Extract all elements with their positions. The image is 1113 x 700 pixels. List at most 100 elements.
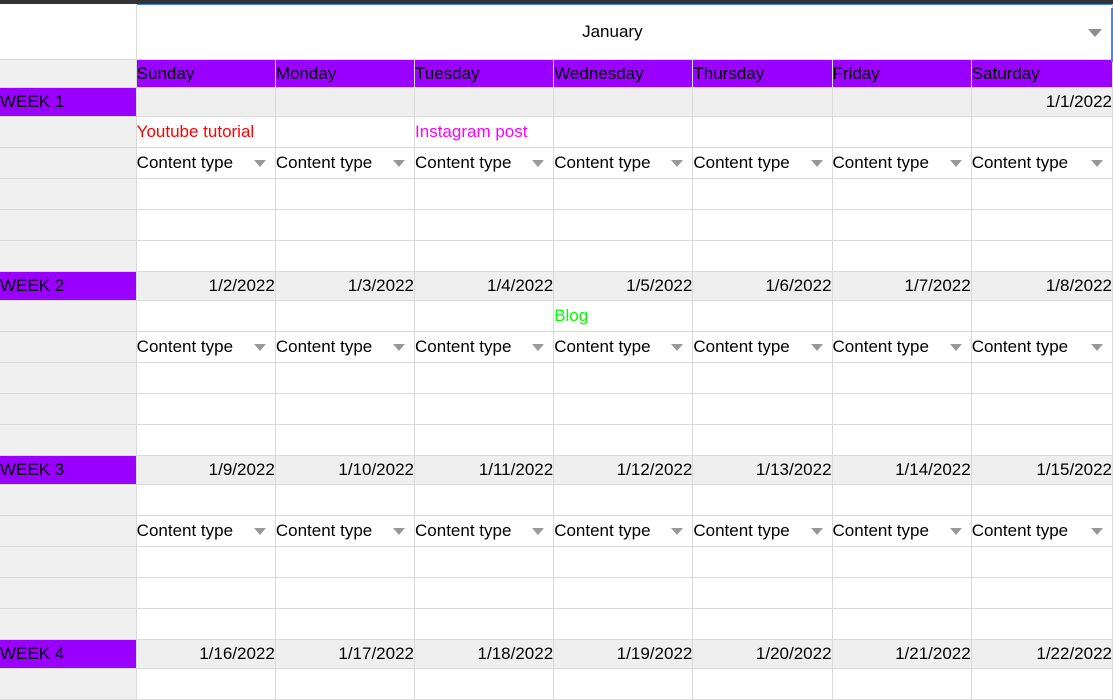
day-cell[interactable]: [832, 424, 972, 456]
content-type-dropdown[interactable]: Content type: [275, 515, 416, 547]
date-cell[interactable]: [553, 87, 694, 117]
date-cell[interactable]: 1/14/2022: [832, 455, 972, 485]
topic-cell[interactable]: [692, 668, 833, 700]
content-type-dropdown[interactable]: Content type: [414, 147, 555, 179]
content-type-dropdown[interactable]: Content type: [692, 147, 833, 179]
topic-cell[interactable]: [971, 300, 1113, 332]
topic-cell[interactable]: [832, 668, 972, 700]
content-type-dropdown[interactable]: Content type: [692, 515, 833, 547]
chevron-down-icon[interactable]: [1088, 29, 1102, 37]
day-cell[interactable]: [692, 240, 833, 272]
day-cell[interactable]: [553, 577, 694, 609]
date-cell[interactable]: 1/13/2022: [692, 455, 833, 485]
day-cell[interactable]: [414, 577, 555, 609]
day-cell[interactable]: [692, 209, 833, 241]
chevron-down-icon[interactable]: [253, 344, 266, 351]
day-cell[interactable]: [971, 240, 1113, 272]
topic-cell[interactable]: [553, 116, 694, 148]
chevron-down-icon[interactable]: [253, 528, 266, 535]
day-cell[interactable]: [275, 424, 416, 456]
content-type-dropdown[interactable]: Content type: [971, 331, 1113, 363]
topic-cell[interactable]: [414, 668, 555, 700]
chevron-down-icon[interactable]: [393, 528, 406, 535]
chevron-down-icon[interactable]: [810, 344, 823, 351]
date-cell[interactable]: 1/4/2022: [414, 271, 555, 301]
chevron-down-icon[interactable]: [1091, 160, 1103, 167]
topic-cell[interactable]: [414, 300, 555, 332]
day-cell[interactable]: [971, 608, 1113, 640]
chevron-down-icon[interactable]: [671, 528, 684, 535]
date-cell[interactable]: [275, 87, 416, 117]
content-type-dropdown[interactable]: Content type: [414, 331, 555, 363]
day-cell[interactable]: [275, 178, 416, 210]
chevron-down-icon[interactable]: [532, 160, 545, 167]
content-type-dropdown[interactable]: Content type: [275, 147, 416, 179]
day-cell[interactable]: [832, 393, 972, 425]
chevron-down-icon[interactable]: [671, 344, 684, 351]
day-cell[interactable]: [275, 209, 416, 241]
content-type-dropdown[interactable]: Content type: [414, 515, 555, 547]
day-cell[interactable]: [553, 608, 694, 640]
day-cell[interactable]: [414, 209, 555, 241]
day-cell[interactable]: [275, 362, 416, 394]
day-cell[interactable]: [553, 178, 694, 210]
day-cell[interactable]: [136, 424, 276, 456]
day-cell[interactable]: [414, 362, 555, 394]
day-cell[interactable]: [136, 362, 276, 394]
date-cell[interactable]: [832, 87, 972, 117]
day-cell[interactable]: [553, 362, 694, 394]
date-cell[interactable]: 1/3/2022: [275, 271, 416, 301]
day-cell[interactable]: [136, 577, 276, 609]
chevron-down-icon[interactable]: [532, 528, 545, 535]
date-cell[interactable]: 1/7/2022: [832, 271, 972, 301]
topic-cell[interactable]: [971, 484, 1113, 516]
topic-cell[interactable]: [275, 484, 416, 516]
day-cell[interactable]: [136, 546, 276, 578]
day-cell[interactable]: [275, 240, 416, 272]
chevron-down-icon[interactable]: [810, 528, 823, 535]
day-cell[interactable]: [136, 178, 276, 210]
date-cell[interactable]: 1/9/2022: [136, 455, 276, 485]
date-cell[interactable]: 1/2/2022: [136, 271, 276, 301]
chevron-down-icon[interactable]: [532, 344, 545, 351]
date-cell[interactable]: 1/10/2022: [275, 455, 416, 485]
topic-cell[interactable]: [275, 116, 416, 148]
topic-cell[interactable]: [832, 484, 972, 516]
date-cell[interactable]: 1/15/2022: [971, 455, 1113, 485]
chevron-down-icon[interactable]: [671, 160, 684, 167]
content-type-dropdown[interactable]: Content type: [136, 147, 276, 179]
chevron-down-icon[interactable]: [949, 528, 962, 535]
day-cell[interactable]: [832, 178, 972, 210]
date-cell[interactable]: 1/5/2022: [553, 271, 694, 301]
topic-cell[interactable]: Instagram post: [414, 116, 555, 148]
day-cell[interactable]: [553, 424, 694, 456]
topic-cell[interactable]: [136, 484, 276, 516]
day-cell[interactable]: [971, 178, 1113, 210]
topic-cell[interactable]: [553, 484, 694, 516]
content-type-dropdown[interactable]: Content type: [136, 515, 276, 547]
date-cell[interactable]: [692, 87, 833, 117]
topic-cell[interactable]: [832, 300, 972, 332]
chevron-down-icon[interactable]: [393, 160, 406, 167]
day-cell[interactable]: [414, 393, 555, 425]
day-cell[interactable]: [136, 393, 276, 425]
date-cell[interactable]: 1/8/2022: [971, 271, 1113, 301]
day-cell[interactable]: [136, 608, 276, 640]
day-cell[interactable]: [275, 577, 416, 609]
day-cell[interactable]: [832, 362, 972, 394]
topic-cell[interactable]: [692, 300, 833, 332]
topic-cell[interactable]: [971, 116, 1113, 148]
day-cell[interactable]: [971, 209, 1113, 241]
date-cell[interactable]: [414, 87, 555, 117]
day-cell[interactable]: [692, 393, 833, 425]
date-cell[interactable]: 1/12/2022: [553, 455, 694, 485]
day-cell[interactable]: [414, 240, 555, 272]
content-type-dropdown[interactable]: Content type: [553, 331, 694, 363]
day-cell[interactable]: [971, 362, 1113, 394]
content-type-dropdown[interactable]: Content type: [692, 331, 833, 363]
day-cell[interactable]: [136, 240, 276, 272]
day-cell[interactable]: [692, 577, 833, 609]
topic-cell[interactable]: [136, 300, 276, 332]
chevron-down-icon[interactable]: [949, 344, 962, 351]
chevron-down-icon[interactable]: [949, 160, 962, 167]
